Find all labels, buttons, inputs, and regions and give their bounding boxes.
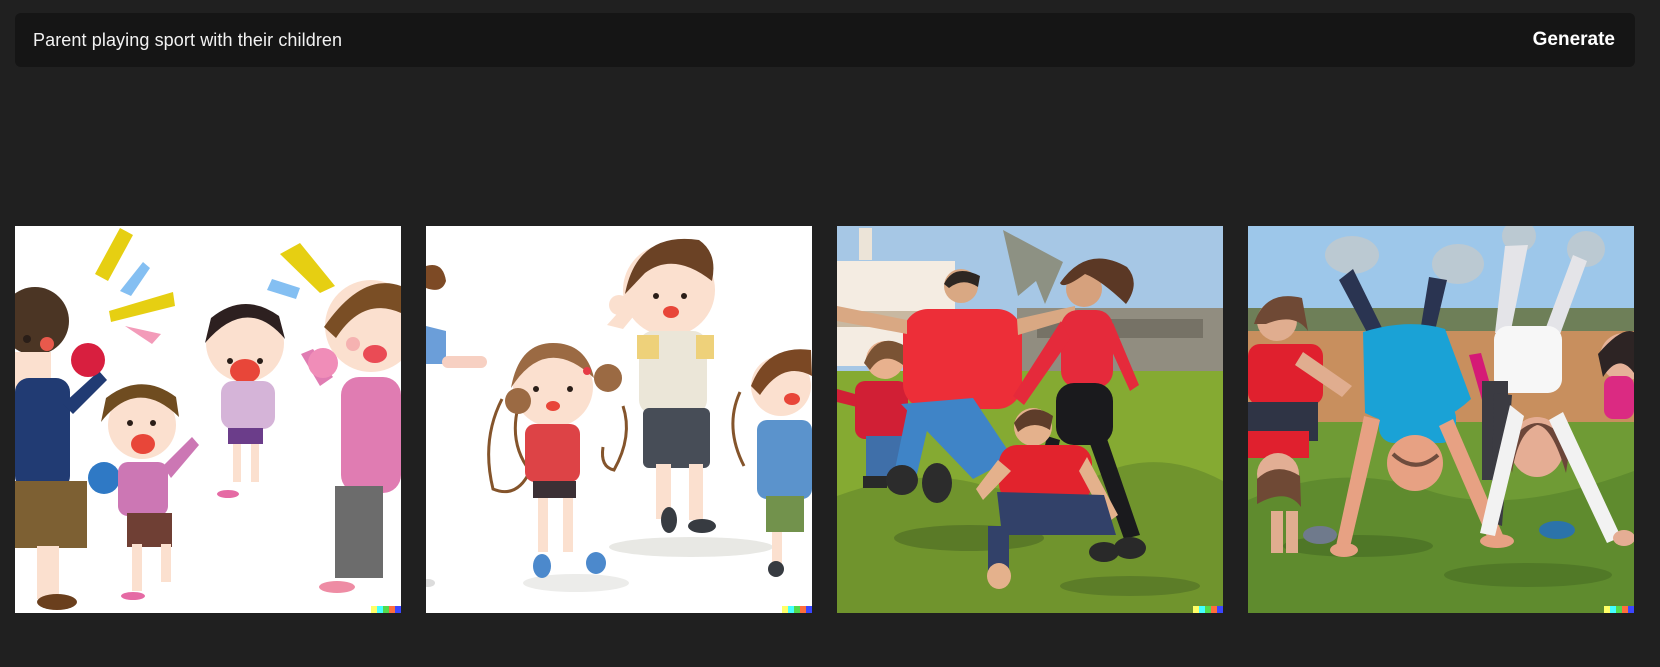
family-jumping-photo (837, 226, 1223, 613)
image-signature (371, 606, 401, 613)
result-image-3[interactable] (837, 226, 1223, 613)
results-grid (15, 226, 1635, 613)
result-image-4[interactable] (1248, 226, 1634, 613)
generate-button[interactable]: Generate (1533, 29, 1615, 51)
cartoon-jump-rope-image (426, 226, 812, 613)
image-signature (1193, 606, 1223, 613)
prompt-input[interactable]: Parent playing sport with their children (33, 30, 342, 51)
result-image-1[interactable] (15, 226, 401, 613)
cartoon-ball-game-image (15, 226, 401, 613)
image-signature (782, 606, 812, 613)
prompt-bar: Parent playing sport with their children… (15, 13, 1635, 67)
image-signature (1604, 606, 1634, 613)
family-handstand-photo (1248, 226, 1634, 613)
result-image-2[interactable] (426, 226, 812, 613)
